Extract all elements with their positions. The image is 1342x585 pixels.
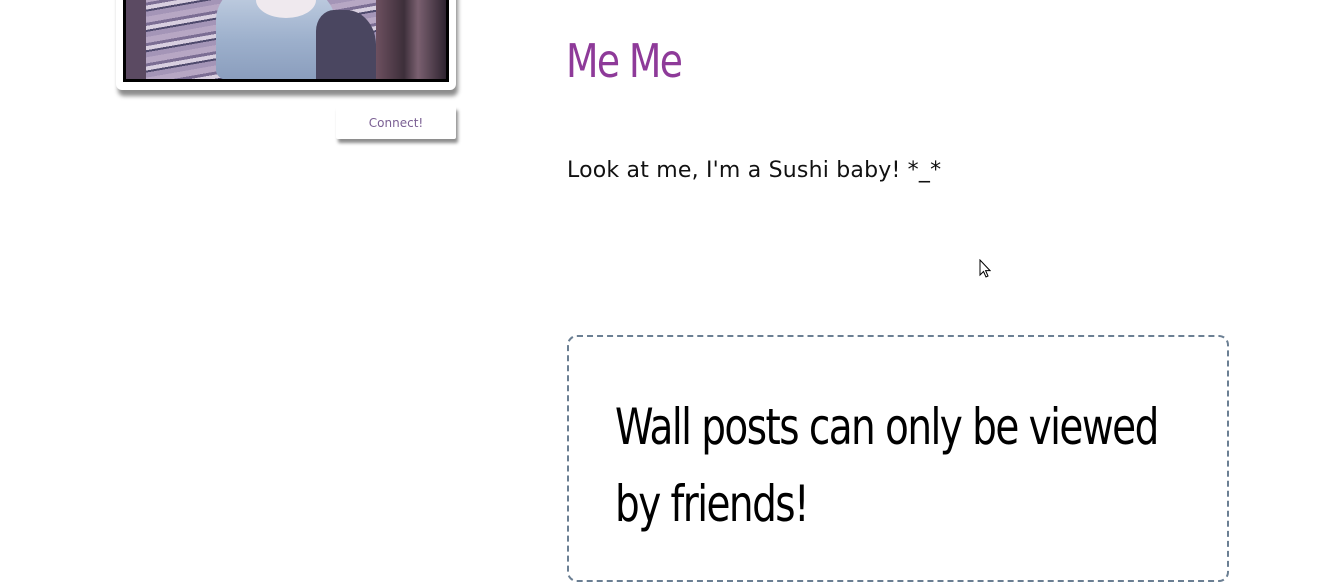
profile-photo-frame [116, 0, 456, 90]
profile-photo [123, 0, 449, 82]
mouse-pointer-icon [979, 259, 991, 278]
profile-bio: Look at me, I'm a Sushi baby! *_* [567, 158, 942, 183]
profile-page: Connect! Me Me Look at me, I'm a Sushi b… [0, 0, 1342, 585]
connect-button[interactable]: Connect! [336, 106, 456, 139]
wall-notice-text: Wall posts can only be viewed by friends… [615, 398, 1159, 533]
profile-name: Me Me [566, 34, 683, 88]
wall-privacy-notice: Wall posts can only be viewed by friends… [567, 335, 1229, 582]
